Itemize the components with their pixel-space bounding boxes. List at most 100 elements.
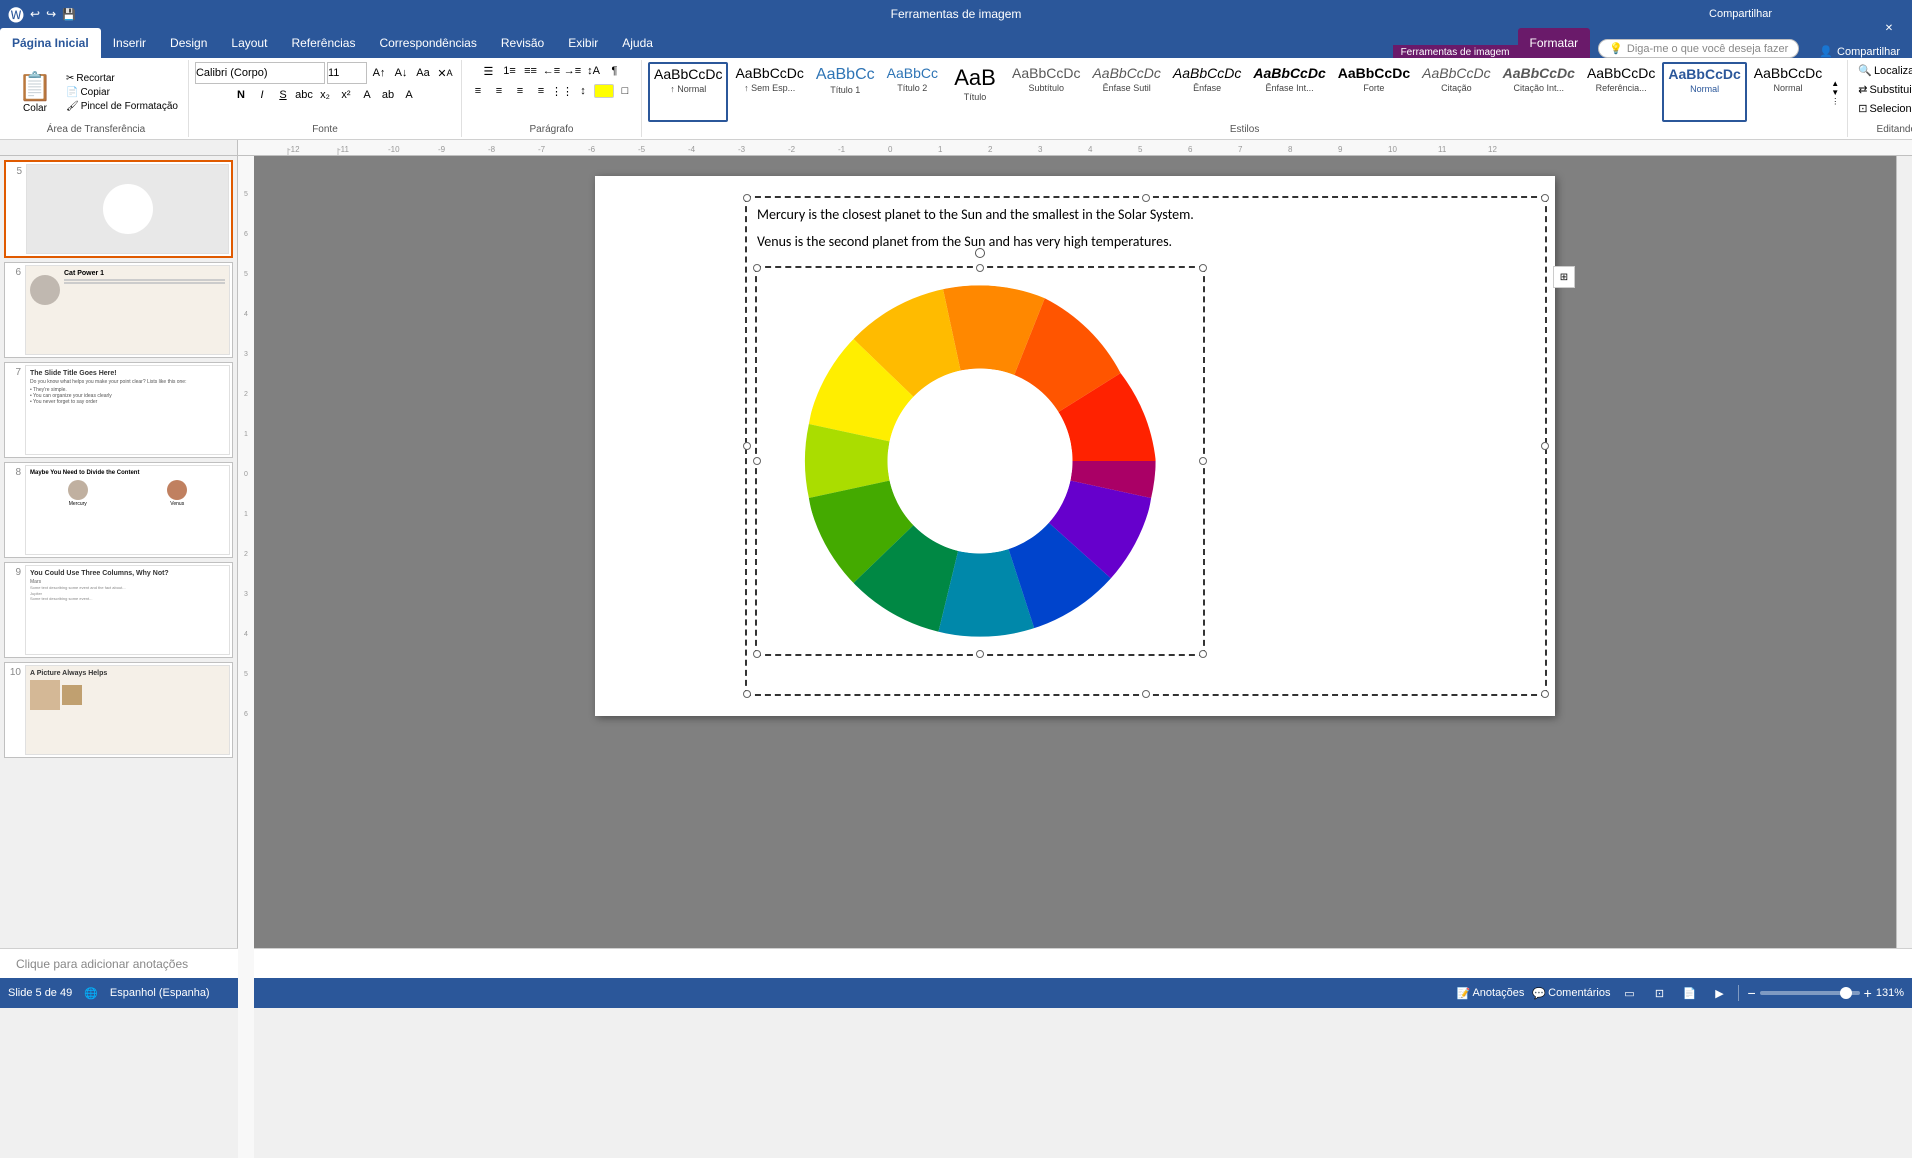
style-item-referencia[interactable]: AaBbCcDc Referência... bbox=[1582, 62, 1660, 122]
slide-canvas[interactable]: Mercury is the closest planet to the Sun… bbox=[595, 176, 1555, 716]
zoom-slider[interactable] bbox=[1760, 991, 1860, 995]
reading-view-button[interactable]: 📄 bbox=[1678, 982, 1700, 1004]
zoom-out-button[interactable]: − bbox=[1747, 985, 1755, 1001]
justify-button[interactable]: ≡ bbox=[531, 82, 551, 100]
clear-format-button[interactable]: ✕A bbox=[435, 64, 455, 82]
underline-button[interactable]: S bbox=[273, 86, 293, 104]
handle-cw-mr[interactable] bbox=[1199, 457, 1207, 465]
handle-cw-ml[interactable] bbox=[753, 457, 761, 465]
slide-selection-box[interactable]: Mercury is the closest planet to the Sun… bbox=[745, 196, 1547, 696]
sort-button[interactable]: ↕A bbox=[583, 62, 603, 80]
font-size-input[interactable] bbox=[327, 62, 367, 84]
handle-cw-br[interactable] bbox=[1199, 650, 1207, 658]
normal-view-button[interactable]: ▭ bbox=[1618, 982, 1640, 1004]
tab-design[interactable]: Design bbox=[158, 28, 219, 58]
layout-options-button[interactable]: ⊞ bbox=[1553, 266, 1575, 288]
style-item-enfase-sutil[interactable]: AaBbCcDc Ênfase Sutil bbox=[1087, 62, 1165, 122]
tab-referencias[interactable]: Referências bbox=[279, 28, 367, 58]
font-grow-button[interactable]: A↑ bbox=[369, 64, 389, 82]
strikethrough-button[interactable]: abc bbox=[294, 86, 314, 104]
zoom-in-button[interactable]: + bbox=[1864, 985, 1872, 1001]
slide-thumb-10[interactable]: 10 A Picture Always Helps bbox=[4, 662, 233, 758]
zoom-percent[interactable]: 131% bbox=[1876, 987, 1904, 999]
quick-access-save[interactable]: 💾 bbox=[62, 8, 76, 21]
zoom-thumb[interactable] bbox=[1840, 987, 1852, 999]
slide-thumb-7[interactable]: 7 The Slide Title Goes Here! Do you know… bbox=[4, 362, 233, 458]
style-item-enfase-int[interactable]: AaBbCcDc Ênfase Int... bbox=[1248, 62, 1330, 122]
styles-scroll-down[interactable]: ▲ ▼ ⋮ bbox=[1829, 62, 1841, 122]
change-case-button[interactable]: Aa bbox=[413, 64, 433, 82]
style-item-normal2[interactable]: AaBbCcDc Normal bbox=[1749, 62, 1827, 122]
slideshow-view-button[interactable]: ▶ bbox=[1708, 982, 1730, 1004]
handle-ml[interactable] bbox=[743, 442, 751, 450]
bold-button[interactable]: N bbox=[231, 86, 251, 104]
show-marks-button[interactable]: ¶ bbox=[604, 62, 624, 80]
style-item-normal-active[interactable]: AaBbCcDc Normal bbox=[1662, 62, 1746, 122]
handle-cw-tl[interactable] bbox=[753, 264, 761, 272]
handle-tm[interactable] bbox=[1142, 194, 1150, 202]
handle-tl[interactable] bbox=[743, 194, 751, 202]
outline-view-button[interactable]: ⊡ bbox=[1648, 982, 1670, 1004]
multilevel-list-button[interactable]: ≡≡ bbox=[520, 62, 540, 80]
columns-button[interactable]: ⋮⋮ bbox=[552, 82, 572, 100]
slide-thumb-8[interactable]: 8 Maybe You Need to Divide the Content M… bbox=[4, 462, 233, 558]
cut-button[interactable]: ✂ Recortar bbox=[62, 72, 182, 85]
subscript-button[interactable]: x₂ bbox=[315, 86, 335, 104]
tab-ajuda[interactable]: Ajuda bbox=[610, 28, 665, 58]
handle-cw-tm[interactable] bbox=[976, 264, 984, 272]
shading-button[interactable] bbox=[594, 84, 614, 98]
style-item-titulo1[interactable]: AaBbCc Título 1 bbox=[811, 62, 880, 122]
line-spacing-button[interactable]: ↕ bbox=[573, 82, 593, 100]
tab-correspondencias[interactable]: Correspondências bbox=[367, 28, 488, 58]
slide-thumb-9[interactable]: 9 You Could Use Three Columns, Why Not? … bbox=[4, 562, 233, 658]
tab-exibir[interactable]: Exibir bbox=[556, 28, 610, 58]
handle-cw-tr[interactable] bbox=[1199, 264, 1207, 272]
comments-toggle[interactable]: 💬 Comentários bbox=[1532, 987, 1610, 1000]
quick-access-undo[interactable]: ↩ bbox=[30, 7, 40, 21]
italic-button[interactable]: I bbox=[252, 86, 272, 104]
style-item-titulo2[interactable]: AaBbCc Título 2 bbox=[882, 62, 943, 122]
increase-indent-button[interactable]: →≡ bbox=[562, 62, 582, 80]
color-wheel-selection[interactable] bbox=[755, 266, 1205, 656]
style-item-sem-esp[interactable]: AaBbCcDc ↑ Sem Esp... bbox=[730, 62, 808, 122]
tab-inserir[interactable]: Inserir bbox=[101, 28, 158, 58]
share-area[interactable]: 👤 Compartilhar bbox=[1807, 45, 1912, 58]
style-item-subtitulo[interactable]: AaBbCcDc Subtítulo bbox=[1007, 62, 1085, 122]
tab-formatar[interactable]: Formatar bbox=[1518, 28, 1591, 58]
paste-button[interactable]: 📋 Colar bbox=[10, 68, 60, 116]
close-button[interactable]: ✕ bbox=[1866, 14, 1912, 42]
handle-mr[interactable] bbox=[1541, 442, 1549, 450]
font-family-input[interactable] bbox=[195, 62, 325, 84]
format-painter-button[interactable]: 🖌 Pincel de Formatação bbox=[62, 100, 182, 113]
handle-tr[interactable] bbox=[1541, 194, 1549, 202]
align-left-button[interactable]: ≡ bbox=[468, 82, 488, 100]
tab-layout[interactable]: Layout bbox=[219, 28, 279, 58]
select-button[interactable]: ⊡ Selecionar ▼ bbox=[1854, 100, 1912, 117]
handle-cw-bl[interactable] bbox=[753, 650, 761, 658]
font-shrink-button[interactable]: A↓ bbox=[391, 64, 411, 82]
style-item-normal[interactable]: AaBbCcDc ↑ Normal bbox=[648, 62, 728, 122]
numbering-button[interactable]: 1≡ bbox=[499, 62, 519, 80]
align-right-button[interactable]: ≡ bbox=[510, 82, 530, 100]
share-button[interactable]: Compartilhar bbox=[1709, 8, 1772, 20]
style-item-forte[interactable]: AaBbCcDc Forte bbox=[1333, 62, 1415, 122]
highlight-button[interactable]: ab bbox=[378, 86, 398, 104]
diga-me-search[interactable]: 💡 Diga-me o que você deseja fazer bbox=[1598, 39, 1799, 58]
style-item-titulo[interactable]: AaB Título bbox=[945, 62, 1005, 122]
border-button[interactable]: □ bbox=[615, 82, 635, 100]
decrease-indent-button[interactable]: ←≡ bbox=[541, 62, 561, 80]
handle-br[interactable] bbox=[1541, 690, 1549, 698]
replace-button[interactable]: ⇄ Substituir bbox=[1854, 81, 1912, 98]
rotate-handle-text[interactable] bbox=[975, 248, 985, 258]
align-center-button[interactable]: ≡ bbox=[489, 82, 509, 100]
quick-access-redo[interactable]: ↪ bbox=[46, 7, 56, 21]
tab-pagina-inicial[interactable]: Página Inicial bbox=[0, 28, 101, 58]
tab-revisao[interactable]: Revisão bbox=[489, 28, 556, 58]
handle-bl[interactable] bbox=[743, 690, 751, 698]
notes-area[interactable]: Clique para adicionar anotações bbox=[0, 948, 1912, 978]
slide-thumb-6[interactable]: 6 Cat Power 1 bbox=[4, 262, 233, 358]
copy-button[interactable]: 📄 Copiar bbox=[62, 86, 182, 99]
slide-thumb-5[interactable]: 5 bbox=[4, 160, 233, 258]
find-button[interactable]: 🔍 Localizar ▼ bbox=[1854, 62, 1912, 79]
handle-cw-bm[interactable] bbox=[976, 650, 984, 658]
